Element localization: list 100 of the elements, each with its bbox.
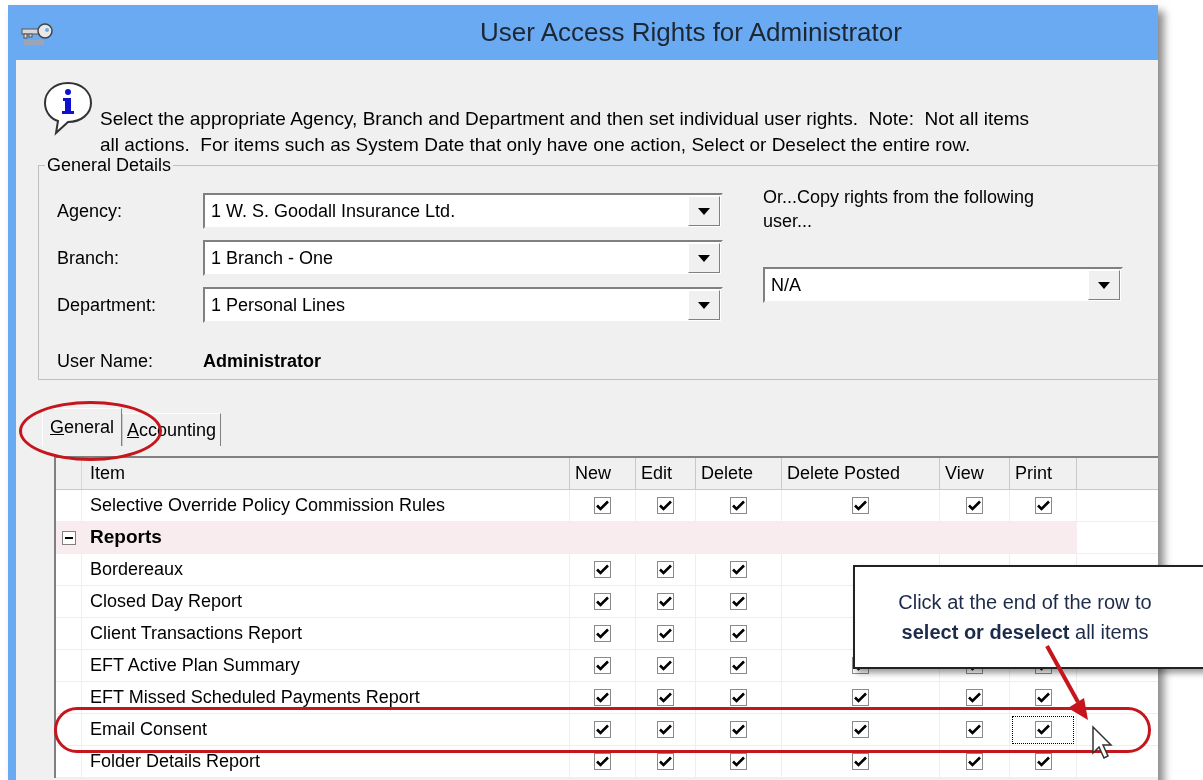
field-label: Department: — [57, 293, 158, 317]
cursor-icon — [1092, 725, 1113, 759]
check-icon — [596, 724, 609, 735]
field-label: User Name: — [57, 350, 155, 373]
column-header[interactable]: View — [940, 458, 1010, 489]
callout-text: Click at the end of the row to select or deselect all items — [897, 590, 1153, 645]
check-icon — [596, 596, 609, 607]
check-icon — [659, 500, 672, 511]
check-icon — [732, 660, 745, 671]
checkbox[interactable] — [966, 689, 983, 706]
checkbox[interactable] — [730, 593, 747, 610]
dropdown-field[interactable]: 1 Personal Lines — [203, 287, 723, 323]
checkbox[interactable] — [594, 593, 611, 610]
checkbox[interactable] — [852, 689, 869, 706]
check-icon — [732, 756, 745, 767]
checkbox[interactable] — [730, 497, 747, 514]
check-icon — [659, 564, 672, 575]
collapse-icon[interactable] — [62, 530, 76, 545]
caret-icon — [698, 254, 710, 262]
checkbox[interactable] — [1034, 753, 1052, 770]
checkbox[interactable] — [966, 721, 983, 738]
column-header[interactable]: Delete Posted — [782, 458, 940, 489]
table-cell: Folder Details Report — [82, 746, 570, 777]
checkbox[interactable] — [657, 753, 674, 770]
copy-user-dropdown[interactable]: N/A — [763, 267, 1123, 303]
checkbox[interactable] — [730, 561, 747, 578]
check-icon — [968, 724, 981, 735]
checkbox[interactable] — [852, 497, 869, 514]
table-cell: Client Transactions Report — [82, 618, 570, 649]
check-icon — [659, 692, 672, 703]
column-header[interactable]: Edit — [636, 458, 696, 489]
check-icon — [732, 628, 745, 639]
check-icon — [596, 628, 609, 639]
checkbox[interactable] — [1034, 721, 1052, 738]
checkbox[interactable] — [657, 561, 674, 578]
check-icon — [659, 660, 672, 671]
group-title: General Details — [46, 154, 173, 177]
group-row-label: Reports — [82, 522, 1077, 553]
dropdown-field[interactable]: 1 Branch - One — [203, 240, 723, 276]
checkbox[interactable] — [852, 721, 869, 738]
checkbox[interactable] — [730, 721, 747, 738]
column-header[interactable]: Print — [1010, 458, 1077, 489]
dropdown-button[interactable] — [688, 290, 720, 320]
info-text: all actions. For items such as System Date that only have one action, Select or Deselect the entire row. — [100, 133, 972, 157]
checkbox[interactable] — [966, 497, 983, 514]
check-icon — [854, 756, 867, 767]
check-icon — [659, 756, 672, 767]
check-icon — [596, 660, 609, 671]
checkbox[interactable] — [594, 657, 611, 674]
checkbox[interactable] — [730, 657, 747, 674]
checkbox[interactable] — [657, 497, 674, 514]
caret-icon — [1098, 281, 1110, 289]
checkbox[interactable] — [657, 689, 674, 706]
checkbox[interactable] — [657, 657, 674, 674]
field-label: Branch: — [57, 246, 121, 270]
table-cell: Closed Day Report — [82, 586, 570, 617]
check-icon — [732, 500, 745, 511]
info-text: Select the appropriate Agency, Branch and Department and then set individual user rights. Note: Not all items — [100, 107, 1030, 131]
table-cell: EFT Missed Scheduled Payments Report — [82, 682, 570, 713]
check-icon — [854, 692, 867, 703]
tab[interactable]: General — [42, 408, 123, 446]
checkbox[interactable] — [594, 721, 611, 738]
checkbox[interactable] — [852, 753, 869, 770]
check-icon — [596, 756, 609, 767]
check-icon — [732, 724, 745, 735]
check-icon — [1036, 692, 1050, 703]
checkbox[interactable] — [657, 721, 674, 738]
check-icon — [1036, 500, 1050, 511]
checkbox[interactable] — [657, 625, 674, 642]
check-icon — [732, 692, 745, 703]
checkbox[interactable] — [966, 753, 983, 770]
check-icon — [659, 596, 672, 607]
column-header[interactable]: Delete — [696, 458, 782, 489]
window-title: User Access Rights for Administrator — [480, 16, 902, 49]
checkbox[interactable] — [730, 753, 747, 770]
checkbox[interactable] — [730, 689, 747, 706]
dropdown-button[interactable] — [1088, 270, 1120, 300]
checkbox[interactable] — [594, 753, 611, 770]
checkbox[interactable] — [594, 561, 611, 578]
checkbox[interactable] — [657, 593, 674, 610]
checkbox[interactable] — [730, 625, 747, 642]
check-icon — [1036, 724, 1050, 735]
user-name: Administrator — [203, 350, 321, 373]
checkbox[interactable] — [1034, 497, 1052, 514]
column-header[interactable]: New — [570, 458, 636, 489]
dropdown-button[interactable] — [688, 243, 720, 273]
checkbox[interactable] — [594, 497, 611, 514]
table-cell: EFT Active Plan Summary — [82, 650, 570, 681]
checkbox[interactable] — [594, 689, 611, 706]
column-header[interactable]: Item — [82, 458, 570, 489]
table-cell: Email Consent — [82, 714, 570, 745]
field-label: Agency: — [57, 199, 124, 223]
checkbox[interactable] — [594, 625, 611, 642]
dropdown-button[interactable] — [688, 196, 720, 226]
check-icon — [732, 564, 745, 575]
table-cell: Selective Override Policy Commission Rules — [82, 490, 570, 521]
check-icon — [854, 724, 867, 735]
check-icon — [659, 628, 672, 639]
dropdown-field[interactable]: 1 W. S. Goodall Insurance Ltd. — [203, 193, 723, 229]
checkbox[interactable] — [1034, 689, 1052, 706]
